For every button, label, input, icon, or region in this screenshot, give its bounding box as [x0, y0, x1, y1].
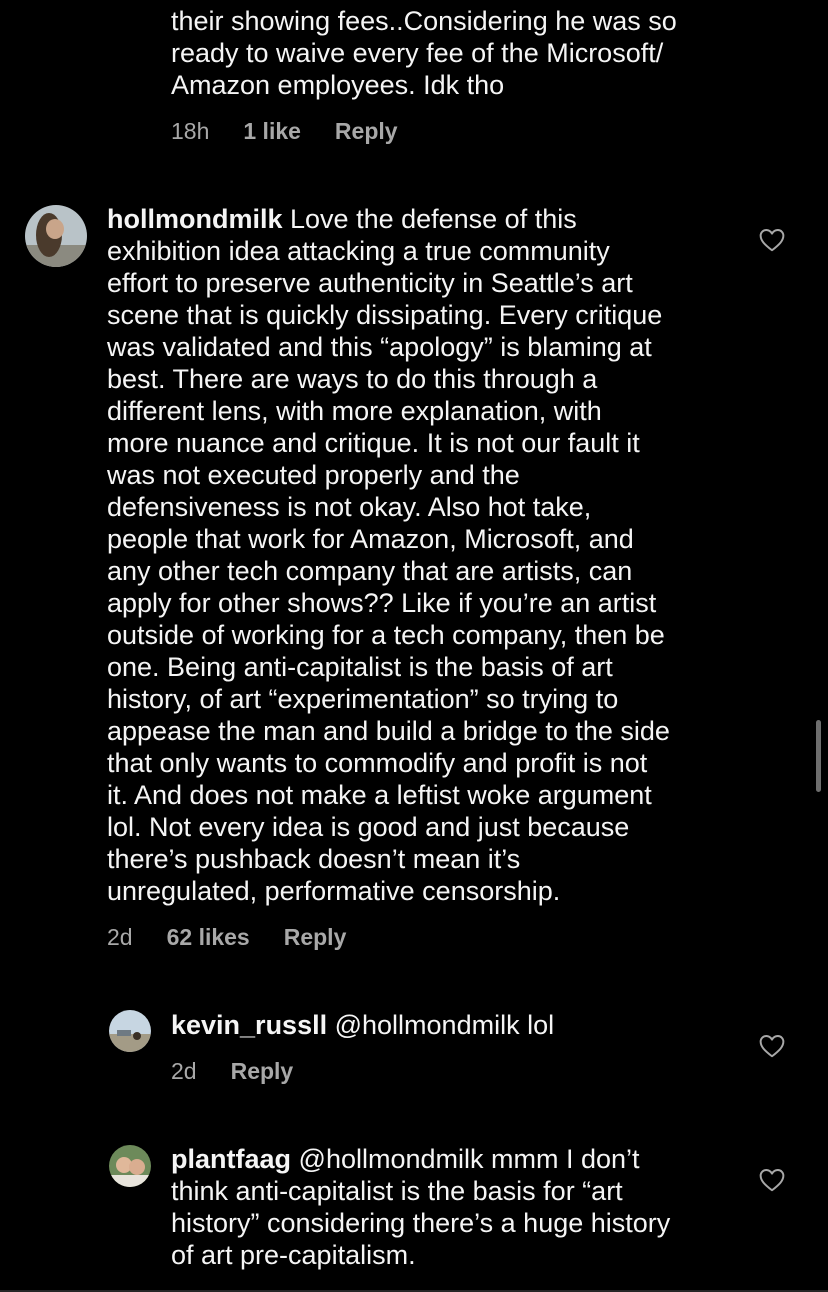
comment-time: 18h — [171, 118, 210, 144]
top-comment-text: their showing fees..Considering he was s… — [171, 6, 677, 100]
reply-body: kevin_russll @hollmondmilk lol — [171, 1009, 731, 1041]
comment-time: 2d — [107, 924, 133, 950]
likes-count-button[interactable]: 62 likes — [167, 924, 250, 951]
reply-button[interactable]: Reply — [335, 118, 398, 145]
like-heart-icon[interactable] — [759, 1034, 785, 1058]
comment-username[interactable]: kevin_russll — [171, 1010, 327, 1040]
comment-text: @hollmondmilk lol — [334, 1010, 555, 1040]
top-comment-meta: 18h 1 like Reply — [171, 118, 432, 145]
reply-meta: 2d Reply — [171, 1058, 327, 1085]
likes-count-button[interactable]: 1 like — [243, 118, 301, 145]
comment-username[interactable]: hollmondmilk — [107, 204, 283, 234]
like-heart-icon[interactable] — [759, 1168, 785, 1192]
scrollbar[interactable] — [816, 720, 821, 792]
main-comment-meta: 2d 62 likes Reply — [107, 924, 380, 951]
reply-button[interactable]: Reply — [284, 924, 347, 951]
avatar[interactable] — [109, 1010, 151, 1052]
like-heart-icon[interactable] — [759, 228, 785, 252]
avatar[interactable] — [25, 205, 87, 267]
comment-time: 2d — [171, 1058, 197, 1084]
avatar[interactable] — [109, 1145, 151, 1187]
comment-text: Love the defense of this exhibition idea… — [107, 204, 670, 906]
reply-body: plantfaag @hollmondmilk mmm I don’t thin… — [171, 1143, 741, 1271]
comment-username[interactable]: plantfaag — [171, 1144, 291, 1174]
reply-button[interactable]: Reply — [231, 1058, 294, 1085]
main-comment-body: hollmondmilk Love the defense of this ex… — [107, 203, 737, 907]
